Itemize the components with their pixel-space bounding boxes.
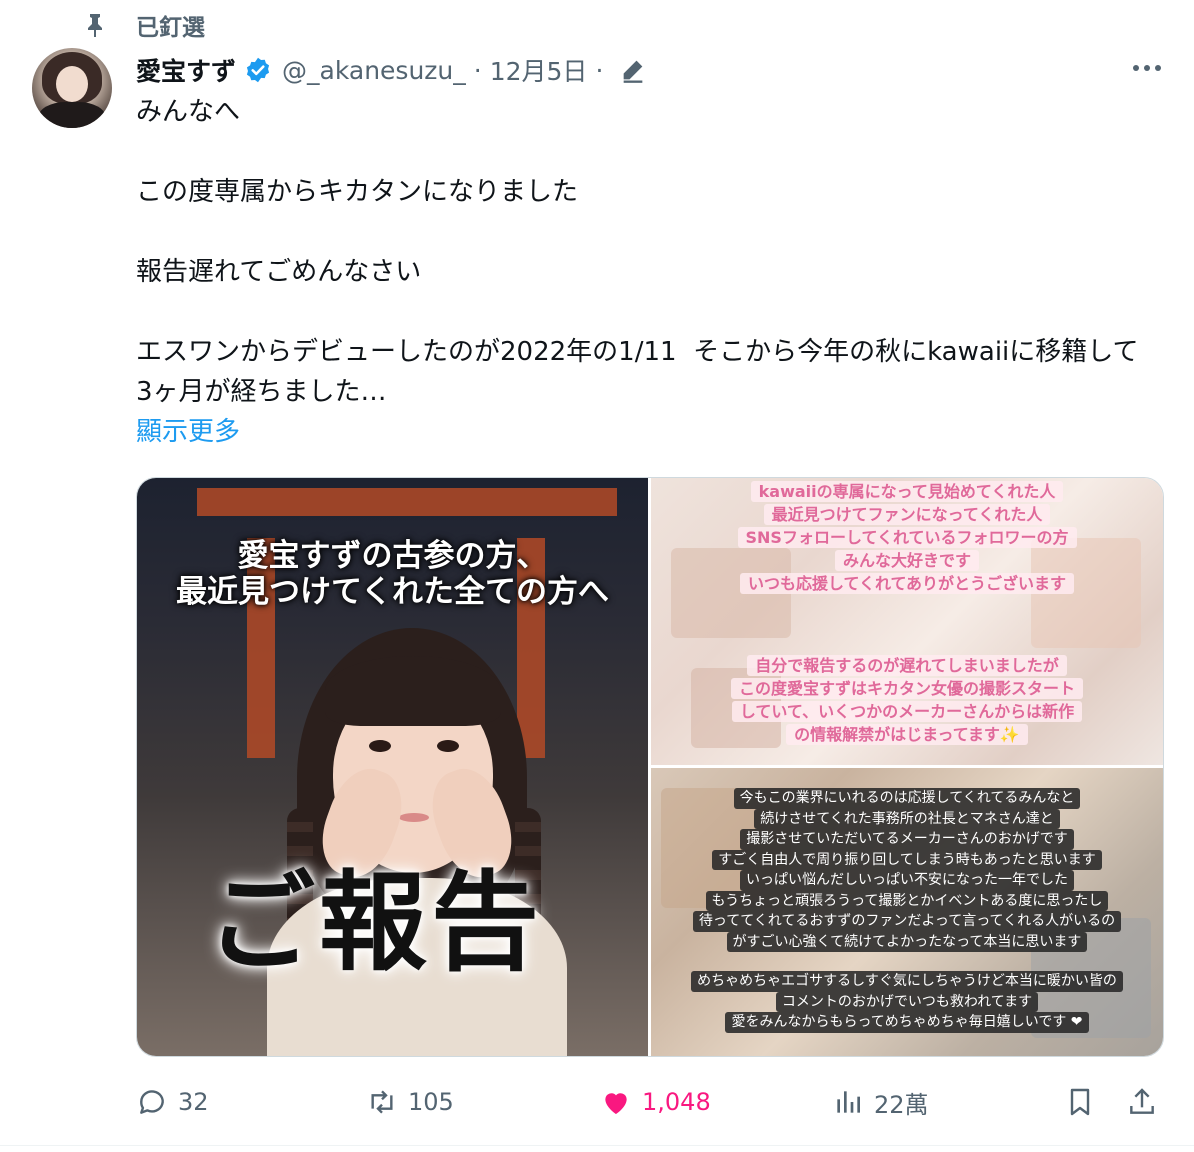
pinned-label: 已釘選 xyxy=(136,15,205,41)
br-line-11: 愛をみんなからもらってめちゃめちゃ毎日嬉しいです ❤ xyxy=(725,1012,1089,1033)
reply-count: 32 xyxy=(178,1088,209,1116)
separator-dot: · xyxy=(473,55,482,85)
display-name[interactable]: 愛宝すず xyxy=(136,52,236,88)
tr-line-3: SNSフォローしてくれているフォロワーの方 xyxy=(737,527,1077,548)
br-line-3: 撮影させていただいてるメーカーさんのおかげです xyxy=(740,829,1074,850)
share-icon xyxy=(1130,1088,1154,1114)
br-line-10: コメントのおかげでいつも救われてます xyxy=(775,991,1039,1012)
br-line-6: もうちょっと頑張ろうって撮影とかイベントある度に思ったし xyxy=(705,890,1109,911)
show-more-link[interactable]: 顯示更多 xyxy=(136,412,240,452)
media-image-main[interactable]: 愛宝すずの古参の方、 最近見つけてくれた全ての方へ ご報告 xyxy=(137,478,648,1056)
br-line-9: めちゃめちゃエゴサするしすぐ気にしちゃうけど本当に暖かい皆の xyxy=(691,971,1123,992)
tweet-date[interactable]: 12月5日 xyxy=(490,52,588,88)
tr-line-1: kawaiiの専属になって見始めてくれた人 xyxy=(750,481,1064,502)
tr-line-5: いつも応援してくれてありがとうございます xyxy=(739,573,1075,594)
tr-line-7: この度愛宝すずはキカタン女優の撮影スタート xyxy=(730,678,1083,699)
repost-count: 105 xyxy=(408,1088,454,1116)
reply-icon xyxy=(140,1090,164,1114)
action-bar: 32 105 1,048 22萬 xyxy=(136,1078,1166,1126)
views-icon xyxy=(837,1091,860,1113)
repost-button[interactable]: 105 xyxy=(366,1078,454,1126)
tr-line-8: していて、いくつかのメーカーさんからは新作 xyxy=(731,701,1083,722)
tweet-text: みんなへ この度専属からキカタンになりました 報告遅れてごめんなさい エスワンか… xyxy=(136,97,1139,407)
media-image-top-right[interactable]: kawaiiの専属になって見始めてくれた人 最近見つけてファンになってくれた人 … xyxy=(651,478,1163,765)
br-line-7: 待っててくれてるおすずのファンだよって言ってくれる人がいるの xyxy=(692,911,1122,932)
user-handle[interactable]: @_akanesuzu_ xyxy=(282,56,466,85)
tr-line-4: みんな大好きです xyxy=(834,550,979,571)
bookmark-button[interactable] xyxy=(1064,1078,1106,1126)
avatar[interactable] xyxy=(32,48,112,128)
main-image-title: ご報告 xyxy=(207,860,544,986)
tr-line-6: 自分で報告するのが遅れてしまいましたが xyxy=(747,655,1067,676)
br-line-5: いっぱい悩んだしいっぱい不安になった一年でした xyxy=(740,870,1074,891)
media-grid: 愛宝すずの古参の方、 最近見つけてくれた全ての方へ ご報告 kawaiiの専属に… xyxy=(136,477,1164,1057)
separator-dot-2: · xyxy=(595,55,604,85)
repost-icon xyxy=(371,1090,393,1114)
reply-button[interactable]: 32 xyxy=(136,1078,209,1126)
tr-line-9: の情報解禁がはじまってます✨ xyxy=(786,724,1028,745)
br-line-1: 今もこの業界にいれるのは応援してくれてるみんなと xyxy=(733,788,1081,809)
media-image-bottom-right[interactable]: 今もこの業界にいれるのは応援してくれてるみんなと 続けさせてくれた事務所の社長と… xyxy=(651,768,1163,1056)
main-image-caption-1: 愛宝すずの古参の方、 xyxy=(237,538,548,574)
main-image-caption-2: 最近見つけてくれた全ての方へ xyxy=(175,574,610,610)
pin-icon xyxy=(88,14,102,37)
tr-line-2: 最近見つけてファンになってくれた人 xyxy=(763,504,1051,525)
more-icon[interactable] xyxy=(1130,58,1164,78)
verified-icon[interactable] xyxy=(244,56,272,84)
tweet-divider xyxy=(0,1145,1194,1146)
like-count: 1,048 xyxy=(642,1088,711,1116)
views-count: 22萬 xyxy=(874,1090,929,1119)
share-button[interactable] xyxy=(1126,1078,1168,1126)
like-button[interactable]: 1,048 xyxy=(600,1078,711,1126)
views-button[interactable]: 22萬 xyxy=(832,1078,929,1126)
tweet-header: 愛宝すず @_akanesuzu_ · 12月5日 · xyxy=(136,48,1174,92)
br-line-2: 続けさせてくれた事務所の社長とマネさん達と xyxy=(754,808,1060,829)
br-line-4: すごく自由人で周り振り回してしまう時もあったと思います xyxy=(712,849,1102,870)
like-icon xyxy=(605,1093,627,1114)
bookmark-icon xyxy=(1070,1088,1090,1116)
edit-icon[interactable] xyxy=(619,56,647,84)
pinned-indicator: 已釘選 xyxy=(84,8,205,42)
br-line-8: がすごい心強くて続けてよかったなって本当に思います xyxy=(726,931,1088,952)
